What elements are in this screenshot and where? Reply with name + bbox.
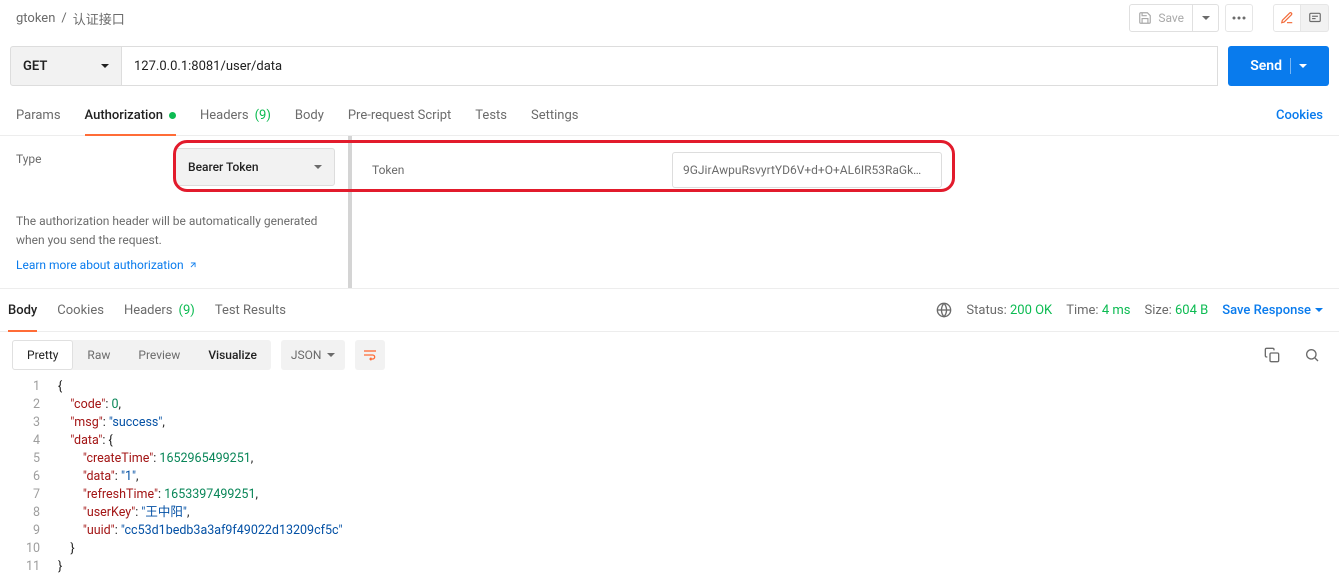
size-label[interactable]: Size: 604 B: [1144, 303, 1208, 318]
line-gutter: 1234567891011: [0, 378, 52, 576]
comments-icon: [1308, 11, 1322, 25]
external-link-icon: [188, 260, 198, 270]
auth-type-select[interactable]: Bearer Token: [175, 148, 335, 186]
response-tab-test-results[interactable]: Test Results: [215, 289, 286, 331]
url-input[interactable]: [122, 46, 1218, 86]
tab-authorization[interactable]: Authorization: [85, 96, 176, 135]
title-bar: gtoken / 认证接口 Save: [0, 0, 1339, 36]
learn-more-label: Learn more about authorization: [16, 258, 184, 272]
time-label[interactable]: Time: 4 ms: [1066, 303, 1130, 318]
copy-icon: [1264, 347, 1280, 363]
status-dot-icon: [169, 112, 176, 119]
view-mode-segmented: Pretty Raw Preview Visualize: [12, 340, 271, 370]
send-button[interactable]: Send: [1228, 46, 1329, 86]
cookies-link[interactable]: Cookies: [1276, 108, 1323, 123]
tab-params[interactable]: Params: [16, 96, 61, 135]
copy-response-button[interactable]: [1257, 340, 1287, 370]
status-label[interactable]: Status: 200 OK: [966, 303, 1052, 318]
response-body-editor[interactable]: 1234567891011 { "code": 0, "msg": "succe…: [0, 378, 1339, 576]
headers-count: (9): [255, 108, 271, 123]
auth-description: The authorization header will be automat…: [16, 212, 332, 250]
breadcrumb-separator: /: [61, 11, 66, 26]
token-input[interactable]: [672, 152, 942, 188]
tab-settings[interactable]: Settings: [531, 96, 578, 135]
send-label: Send: [1250, 58, 1282, 74]
tab-tests[interactable]: Tests: [475, 96, 507, 135]
auth-type-value: Bearer Token: [188, 160, 259, 174]
view-visualize[interactable]: Visualize: [194, 340, 271, 370]
tab-headers-label: Headers: [200, 108, 249, 123]
http-method-label: GET: [23, 59, 47, 74]
tab-auth-label: Authorization: [85, 108, 163, 123]
resp-headers-count: (9): [179, 303, 195, 318]
save-response-button[interactable]: Save Response: [1222, 303, 1323, 318]
comment-button[interactable]: [1301, 4, 1329, 32]
wrap-icon: [362, 347, 378, 363]
more-actions-button[interactable]: [1225, 4, 1253, 32]
response-tabs: Body Cookies Headers (9) Test Results St…: [0, 288, 1339, 332]
chevron-down-icon: [101, 64, 109, 68]
tab-body[interactable]: Body: [295, 96, 324, 135]
token-label: Token: [372, 163, 672, 177]
request-tabs: Params Authorization Headers (9) Body Pr…: [0, 96, 1339, 136]
breadcrumb-name: 认证接口: [73, 9, 125, 28]
view-pretty[interactable]: Pretty: [12, 340, 73, 370]
search-icon: [1304, 347, 1320, 363]
chevron-down-icon: [327, 353, 335, 357]
code-content: { "code": 0, "msg": "success", "data": {…: [52, 378, 342, 576]
response-tab-cookies[interactable]: Cookies: [57, 289, 104, 331]
search-response-button[interactable]: [1297, 340, 1327, 370]
save-dropdown-button[interactable]: [1193, 4, 1219, 32]
tab-prerequest[interactable]: Pre-request Script: [348, 96, 451, 135]
save-label: Save: [1158, 11, 1184, 25]
chevron-down-icon: [314, 165, 322, 169]
chevron-down-icon: [1299, 64, 1307, 68]
vertical-resize-handle[interactable]: [348, 136, 352, 288]
response-viewer-toolbar: Pretty Raw Preview Visualize JSON: [0, 332, 1339, 378]
response-tab-headers[interactable]: Headers (9): [124, 289, 195, 331]
wrap-lines-button[interactable]: [355, 340, 385, 370]
ellipsis-icon: [1232, 16, 1246, 20]
response-tab-body[interactable]: Body: [8, 289, 37, 331]
resp-headers-label: Headers: [124, 303, 173, 318]
breadcrumb: gtoken / 认证接口: [16, 9, 125, 28]
language-label: JSON: [291, 348, 322, 362]
learn-more-link[interactable]: Learn more about authorization: [16, 258, 198, 272]
breadcrumb-parent[interactable]: gtoken: [16, 11, 55, 26]
save-button[interactable]: Save: [1129, 4, 1193, 32]
globe-icon[interactable]: [936, 302, 952, 318]
request-url-row: GET Send: [0, 36, 1339, 96]
view-preview[interactable]: Preview: [124, 340, 194, 370]
http-method-select[interactable]: GET: [10, 46, 122, 86]
view-raw[interactable]: Raw: [73, 340, 124, 370]
chevron-down-icon: [1315, 308, 1323, 312]
pencil-icon: [1280, 11, 1294, 25]
language-select[interactable]: JSON: [281, 340, 346, 370]
authorization-panel: Type The authorization header will be au…: [0, 136, 1339, 288]
edit-button[interactable]: [1273, 4, 1301, 32]
tab-headers[interactable]: Headers (9): [200, 96, 271, 135]
floppy-icon: [1138, 11, 1152, 25]
